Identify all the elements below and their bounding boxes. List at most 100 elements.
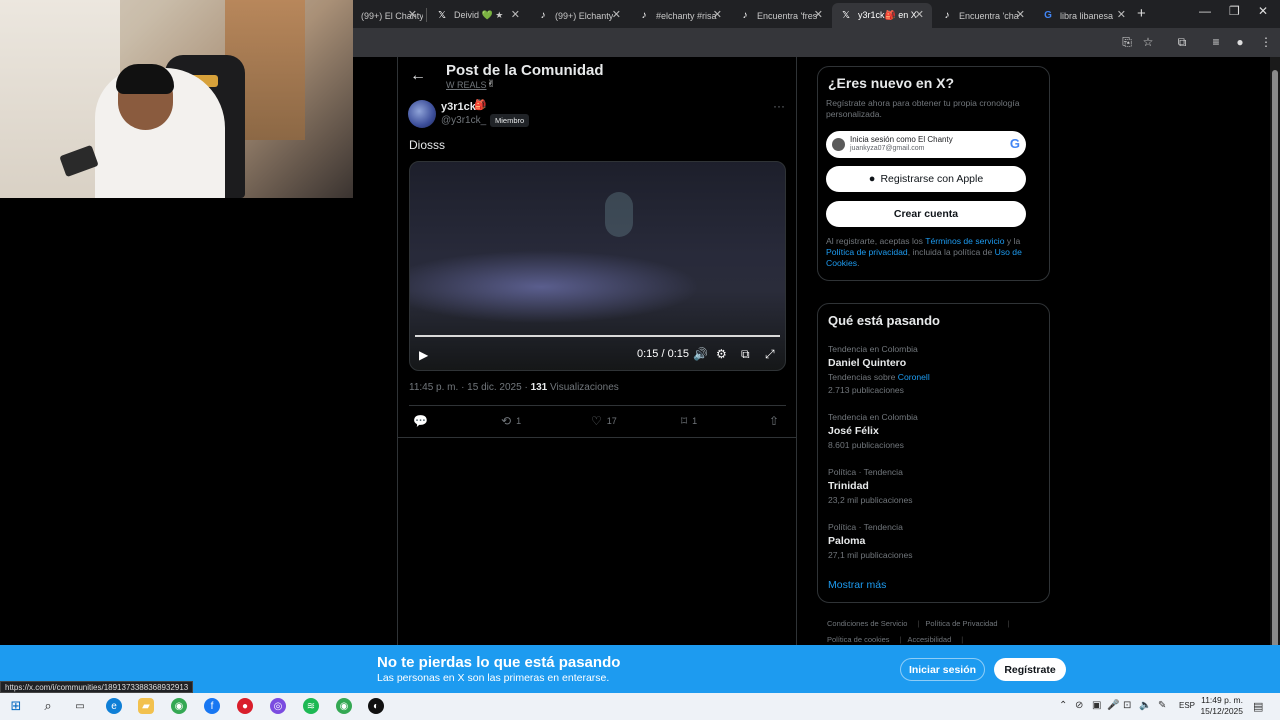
post-timestamp[interactable]: 11:45 p. m. · 15 dic. 2025 · [409,382,528,393]
recorder-icon[interactable]: ● [237,698,253,714]
login-button[interactable]: Iniciar sesión [900,658,985,681]
microphone-icon[interactable]: 🎤 [1107,700,1119,711]
fullscreen-icon[interactable]: ⤢ [765,347,775,362]
share-button[interactable]: ⇧ [769,414,779,428]
obs-icon[interactable]: ◐ [368,698,384,714]
show-more-link[interactable]: Mostrar más [828,579,886,591]
banner-subtitle: Las personas en X son las primeras en en… [377,672,610,684]
privacy-link[interactable]: Política de privacidad [826,247,908,257]
task-view-icon[interactable]: ▭ [72,698,88,714]
tab-close-icon[interactable]: ✕ [915,8,924,21]
browser-tab[interactable]: G libra libanesa ✕ [1034,3,1134,28]
pip-icon[interactable]: ⧉ [741,347,750,362]
install-app-icon[interactable]: ⎘ [1119,34,1135,50]
author-handle[interactable]: @y3r1ck_ · [441,115,492,126]
search-icon[interactable]: ⌕ [40,698,56,714]
footer-separator: | [917,619,920,628]
tab-close-icon[interactable]: ✕ [713,8,722,21]
footer-cookies-link[interactable]: Política de cookies [827,635,890,644]
file-explorer-icon[interactable]: ▰ [138,698,154,714]
back-arrow-icon[interactable]: ← [410,67,426,85]
divider [409,405,786,406]
browser-tab[interactable]: ♪ (99+) Elchanty ✕ [529,3,629,28]
volume-tray-icon[interactable]: 🔈 [1139,700,1151,711]
google-account-avatar [832,138,845,151]
new-tab-icon[interactable]: + [1137,5,1146,22]
google-signin-button[interactable]: Inicia sesión como El Chanty juankyza07@… [826,131,1026,158]
spotify-icon[interactable]: ≋ [303,698,319,714]
video-time: 0:15 / 0:15 [637,348,689,360]
chrome-active-icon[interactable]: ◉ [336,698,352,714]
minimize-icon[interactable]: — [1199,4,1211,18]
legal-text-part: , incluida la política de [907,247,995,257]
repost-icon: ⟲ [501,414,512,428]
tray-app-icon[interactable]: ▣ [1092,700,1101,711]
community-emoji: ✌ [487,79,496,90]
reply-button[interactable]: 💬 [413,414,433,428]
bookmark-star-icon[interactable]: ☆ [1140,34,1156,50]
footer-accessibility-link[interactable]: Accesibilidad [908,635,952,644]
google-account-name: Inicia sesión como El Chanty [850,135,953,144]
post-meta: 11:45 p. m. · 15 dic. 2025 · 131 Visuali… [409,382,619,393]
footer-privacy-link[interactable]: Política de Privacidad [925,619,997,628]
footer-terms-link[interactable]: Condiciones de Servicio [827,619,907,628]
browser-tab[interactable]: 𝕏 Deivid 💚 ★ ✕ [428,3,528,28]
chrome-icon[interactable]: ◉ [171,698,187,714]
browser-tab[interactable]: ♪ #elchanty #risa ✕ [630,3,730,28]
restore-icon[interactable]: ❐ [1229,4,1240,18]
pen-icon[interactable]: ✎ [1158,700,1166,711]
browser-tab[interactable]: ♪ Encuentra 'fres ✕ [731,3,831,28]
play-icon[interactable]: ▶ [419,348,428,362]
tab-close-icon[interactable]: ✕ [408,8,417,21]
author-avatar[interactable] [408,100,436,128]
discord-icon[interactable]: ◎ [270,698,286,714]
browser-tab-active[interactable]: 𝕏 y3r1ck🎒 en X ✕ [832,3,932,28]
trend-item[interactable]: Tendencia en Colombia Daniel Quintero Te… [828,344,1038,395]
facebook-icon[interactable]: f [204,698,220,714]
trend-category: Política · Tendencia [828,522,903,532]
system-clock[interactable]: 11:49 p. m. 15/12/2025 [1197,695,1243,717]
like-button[interactable]: ♡ 17 [591,414,617,428]
bookmark-button[interactable]: ⌑ 1 [681,414,697,428]
network-icon[interactable]: ⊡ [1123,700,1131,711]
trend-item[interactable]: Tendencia en Colombia José Félix 8.601 p… [828,412,1038,450]
browser-menu-icon[interactable]: ⋮ [1258,34,1274,50]
community-link[interactable]: W REALS [446,80,487,90]
trend-item[interactable]: Política · Tendencia Trinidad 23,2 mil p… [828,467,1038,505]
more-options-icon[interactable]: ··· [773,99,785,113]
tab-close-icon[interactable]: ✕ [511,8,520,21]
tab-close-icon[interactable]: ✕ [612,8,621,21]
signup-button[interactable]: Regístrate [994,658,1066,681]
browser-tab[interactable]: ♪ Encuentra 'cha ✕ [933,3,1033,28]
apple-signup-button[interactable]: ● Registrarse con Apple [826,166,1026,192]
settings-gear-icon[interactable]: ⚙ [716,347,727,361]
tray-expand-icon[interactable]: ⌃ [1059,700,1067,711]
media-control-icon[interactable]: ≡ [1208,34,1224,50]
volume-icon[interactable]: 🔊 [693,347,708,361]
windows-start-icon[interactable]: ⊞ [8,698,24,714]
trend-category: Tendencia en Colombia [828,344,918,354]
edge-icon[interactable]: e [106,698,122,714]
tab-close-icon[interactable]: ✕ [1016,8,1025,21]
video-progress-bar[interactable] [415,335,780,337]
repost-button[interactable]: ⟲ 1 [501,414,521,428]
video-player[interactable]: ▶ 0:15 / 0:15 🔊 ⚙ ⧉ ⤢ [409,161,786,371]
author-name[interactable]: y3r1ck [441,101,476,113]
trend-related-link[interactable]: Coronell [898,372,930,382]
language-indicator[interactable]: ESP [1179,701,1195,710]
tab-title: libra libanesa [1060,10,1114,21]
tab-close-icon[interactable]: ✕ [1117,8,1126,21]
window-close-icon[interactable]: ✕ [1258,4,1268,18]
create-account-button[interactable]: Crear cuenta [826,201,1026,227]
browser-tab[interactable]: (99+) El Chanty ✕ [353,3,425,28]
extensions-icon[interactable]: ⧉ [1174,34,1190,50]
profile-avatar-icon[interactable]: ● [1232,34,1248,50]
tab-close-icon[interactable]: ✕ [814,8,823,21]
terms-link[interactable]: Términos de servicio [925,236,1004,246]
notifications-icon[interactable]: ▤ [1253,700,1263,713]
trend-item[interactable]: Política · Tendencia Paloma 27,1 mil pub… [828,522,1038,560]
scrollbar-thumb[interactable] [1272,70,1278,650]
bookmark-count: 1 [692,416,698,426]
tray-app-icon[interactable]: ⊘ [1075,700,1083,711]
tab-separator [426,8,427,22]
